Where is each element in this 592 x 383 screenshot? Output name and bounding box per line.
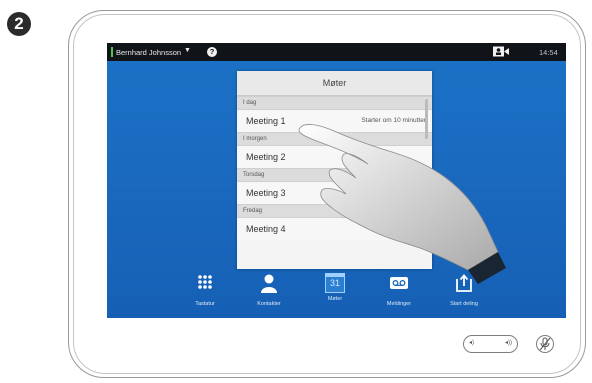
volume-up-icon[interactable]: ◂)) xyxy=(505,339,512,346)
user-name[interactable]: Bernhard Johnsson xyxy=(116,48,181,57)
user-menu-caret-icon[interactable]: ▼ xyxy=(184,47,191,54)
section-header-thursday: Torsdag xyxy=(237,168,432,182)
toolbar-label: Start deling xyxy=(450,301,478,307)
meeting-row[interactable]: Meeting 2 xyxy=(237,146,432,168)
mic-mute-icon xyxy=(539,337,551,351)
contacts-icon xyxy=(261,274,277,293)
bottom-toolbar: Tastatur Kontakter 31 Møter Meldinger St… xyxy=(107,269,566,318)
toolbar-label: Meldinger xyxy=(386,301,412,307)
meetings-panel: Møter I dag Meeting 1 Starter om 10 minu… xyxy=(237,71,432,269)
meeting-title: Meeting 2 xyxy=(246,152,286,162)
mute-microphone-button[interactable] xyxy=(536,335,554,353)
panel-title: Møter xyxy=(237,71,432,96)
panel-scrollbar[interactable] xyxy=(425,99,428,139)
toolbar-item-meetings[interactable]: 31 Møter xyxy=(305,273,365,302)
toolbar-item-contacts[interactable]: Kontakter xyxy=(239,273,299,307)
voicemail-icon xyxy=(390,277,408,289)
presence-indicator xyxy=(111,47,113,57)
meeting-title: Meeting 3 xyxy=(246,188,286,198)
meeting-row[interactable]: Meeting 4 11:00-12:30 xyxy=(237,218,432,240)
toolbar-item-share[interactable]: Start deling xyxy=(434,273,494,307)
camera-icon[interactable] xyxy=(493,46,509,57)
meeting-title: Meeting 4 xyxy=(246,224,286,234)
meeting-row[interactable]: Meeting 3 xyxy=(237,182,432,204)
touch-screen: Bernhard Johnsson ▼ ? 14:54 Møter I dag … xyxy=(107,43,566,318)
toolbar-label: Kontakter xyxy=(257,301,281,307)
meeting-time: Starter om 10 minutter xyxy=(361,117,426,124)
section-header-today: I dag xyxy=(237,96,432,110)
help-icon[interactable]: ? xyxy=(207,47,217,57)
toolbar-item-messages[interactable]: Meldinger xyxy=(369,273,429,307)
keypad-icon xyxy=(198,275,212,289)
calendar-day: 31 xyxy=(329,278,340,288)
volume-down-icon[interactable]: ◂) xyxy=(469,339,474,346)
toolbar-label: Møter xyxy=(327,296,343,302)
clock: 14:54 xyxy=(539,48,558,57)
section-header-tomorrow: I morgen xyxy=(237,132,432,146)
meeting-row[interactable]: Meeting 1 Starter om 10 minutter xyxy=(237,110,432,132)
volume-control[interactable]: ◂) ◂)) xyxy=(463,335,518,353)
status-bar: Bernhard Johnsson ▼ ? 14:54 xyxy=(107,43,566,61)
toolbar-item-keypad[interactable]: Tastatur xyxy=(175,273,235,307)
calendar-icon: 31 xyxy=(325,273,345,293)
step-number-badge: 2 xyxy=(7,12,31,36)
toolbar-label: Tastatur xyxy=(195,301,215,307)
share-icon xyxy=(456,274,472,292)
meeting-title: Meeting 1 xyxy=(246,116,286,126)
section-header-friday: Fredag xyxy=(237,204,432,218)
meeting-time: 11:00-12:30 xyxy=(391,225,426,232)
